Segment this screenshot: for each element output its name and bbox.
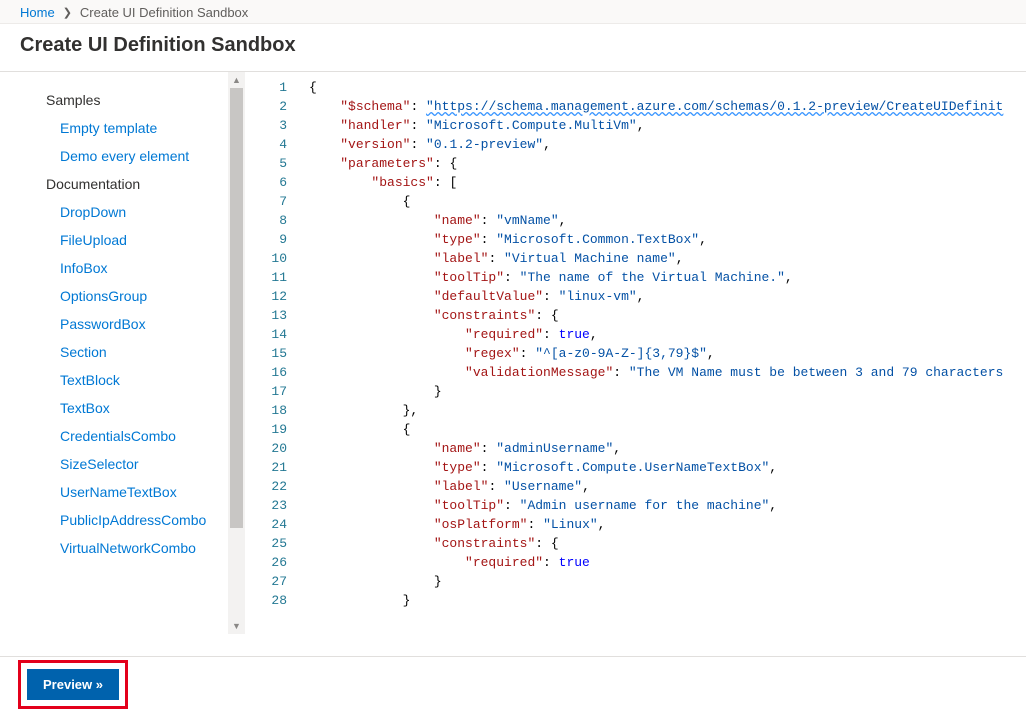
code-editor[interactable]: 1234567891011121314151617181920212223242… xyxy=(245,72,1026,634)
line-number: 19 xyxy=(245,420,309,439)
code-line[interactable]: "$schema": "https://schema.management.az… xyxy=(309,97,1026,116)
page-title: Create UI Definition Sandbox xyxy=(0,24,1026,72)
preview-button[interactable]: Preview » xyxy=(27,669,119,700)
code-line[interactable]: "osPlatform": "Linux", xyxy=(309,515,1026,534)
code-line[interactable]: "required": true xyxy=(309,553,1026,572)
code-line[interactable]: { xyxy=(309,420,1026,439)
line-number: 14 xyxy=(245,325,309,344)
code-line[interactable]: } xyxy=(309,591,1026,610)
line-number: 17 xyxy=(245,382,309,401)
sidebar-item[interactable]: OptionsGroup xyxy=(0,282,228,310)
sidebar-wrap: SamplesEmpty templateDemo every elementD… xyxy=(0,72,245,634)
annotation-highlight: Preview » xyxy=(18,660,128,709)
code-line[interactable]: "name": "vmName", xyxy=(309,211,1026,230)
line-number: 5 xyxy=(245,154,309,173)
sidebar-section-header[interactable]: Samples xyxy=(0,86,228,114)
code-line[interactable]: "parameters": { xyxy=(309,154,1026,173)
line-number: 12 xyxy=(245,287,309,306)
sidebar-item[interactable]: InfoBox xyxy=(0,254,228,282)
line-number: 18 xyxy=(245,401,309,420)
line-number: 4 xyxy=(245,135,309,154)
line-number: 13 xyxy=(245,306,309,325)
sidebar-item[interactable]: CredentialsCombo xyxy=(0,422,228,450)
code-line[interactable]: "label": "Virtual Machine name", xyxy=(309,249,1026,268)
code-line[interactable]: "constraints": { xyxy=(309,306,1026,325)
code-line[interactable]: "version": "0.1.2-preview", xyxy=(309,135,1026,154)
sidebar-item[interactable]: UserNameTextBox xyxy=(0,478,228,506)
line-number: 27 xyxy=(245,572,309,591)
line-number: 28 xyxy=(245,591,309,610)
sidebar-item[interactable]: Demo every element xyxy=(0,142,228,170)
code-line[interactable]: "toolTip": "The name of the Virtual Mach… xyxy=(309,268,1026,287)
line-number: 2 xyxy=(245,97,309,116)
line-number: 8 xyxy=(245,211,309,230)
code-line[interactable]: } xyxy=(309,572,1026,591)
sidebar-item[interactable]: PublicIpAddressCombo xyxy=(0,506,228,534)
line-number: 22 xyxy=(245,477,309,496)
line-number: 24 xyxy=(245,515,309,534)
breadcrumb-home-link[interactable]: Home xyxy=(20,5,55,20)
breadcrumb-current: Create UI Definition Sandbox xyxy=(80,5,248,20)
sidebar-item[interactable]: DropDown xyxy=(0,198,228,226)
line-number: 6 xyxy=(245,173,309,192)
code-line[interactable]: "name": "adminUsername", xyxy=(309,439,1026,458)
line-number: 10 xyxy=(245,249,309,268)
line-number: 16 xyxy=(245,363,309,382)
code-line[interactable]: "required": true, xyxy=(309,325,1026,344)
breadcrumb: Home ❯ Create UI Definition Sandbox xyxy=(0,0,1026,24)
sidebar-item[interactable]: PasswordBox xyxy=(0,310,228,338)
sidebar-item[interactable]: VirtualNetworkCombo xyxy=(0,534,228,562)
sidebar-section-header[interactable]: Documentation xyxy=(0,170,228,198)
line-number: 21 xyxy=(245,458,309,477)
code-line[interactable]: { xyxy=(309,192,1026,211)
sidebar: SamplesEmpty templateDemo every elementD… xyxy=(0,72,228,634)
line-number: 15 xyxy=(245,344,309,363)
sidebar-item[interactable]: TextBox xyxy=(0,394,228,422)
line-number: 20 xyxy=(245,439,309,458)
line-number: 9 xyxy=(245,230,309,249)
code-line[interactable]: "validationMessage": "The VM Name must b… xyxy=(309,363,1026,382)
sidebar-scrollbar[interactable]: ▲ ▼ xyxy=(228,72,245,634)
line-number: 26 xyxy=(245,553,309,572)
code-line[interactable]: "regex": "^[a-z0-9A-Z-]{3,79}$", xyxy=(309,344,1026,363)
sidebar-item[interactable]: Section xyxy=(0,338,228,366)
chevron-right-icon: ❯ xyxy=(63,6,72,19)
line-number: 25 xyxy=(245,534,309,553)
line-number: 1 xyxy=(245,78,309,97)
line-number: 23 xyxy=(245,496,309,515)
scroll-down-icon[interactable]: ▼ xyxy=(228,618,245,634)
scrollbar-thumb[interactable] xyxy=(230,88,243,528)
line-number: 3 xyxy=(245,116,309,135)
code-line[interactable]: "defaultValue": "linux-vm", xyxy=(309,287,1026,306)
code-content[interactable]: { "$schema": "https://schema.management.… xyxy=(309,72,1026,634)
sidebar-item[interactable]: FileUpload xyxy=(0,226,228,254)
sidebar-item[interactable]: SizeSelector xyxy=(0,450,228,478)
code-line[interactable]: "type": "Microsoft.Compute.UserNameTextB… xyxy=(309,458,1026,477)
code-line[interactable]: "toolTip": "Admin username for the machi… xyxy=(309,496,1026,515)
code-line[interactable]: "label": "Username", xyxy=(309,477,1026,496)
scroll-up-icon[interactable]: ▲ xyxy=(228,72,245,88)
code-line[interactable]: { xyxy=(309,78,1026,97)
main-area: SamplesEmpty templateDemo every elementD… xyxy=(0,72,1026,634)
line-number-gutter: 1234567891011121314151617181920212223242… xyxy=(245,72,309,634)
code-line[interactable]: "basics": [ xyxy=(309,173,1026,192)
sidebar-item[interactable]: Empty template xyxy=(0,114,228,142)
line-number: 11 xyxy=(245,268,309,287)
code-line[interactable]: } xyxy=(309,382,1026,401)
sidebar-item[interactable]: TextBlock xyxy=(0,366,228,394)
line-number: 7 xyxy=(245,192,309,211)
code-line[interactable]: "type": "Microsoft.Common.TextBox", xyxy=(309,230,1026,249)
code-line[interactable]: }, xyxy=(309,401,1026,420)
code-line[interactable]: "handler": "Microsoft.Compute.MultiVm", xyxy=(309,116,1026,135)
code-line[interactable]: "constraints": { xyxy=(309,534,1026,553)
footer-bar: Preview » xyxy=(0,656,1026,711)
